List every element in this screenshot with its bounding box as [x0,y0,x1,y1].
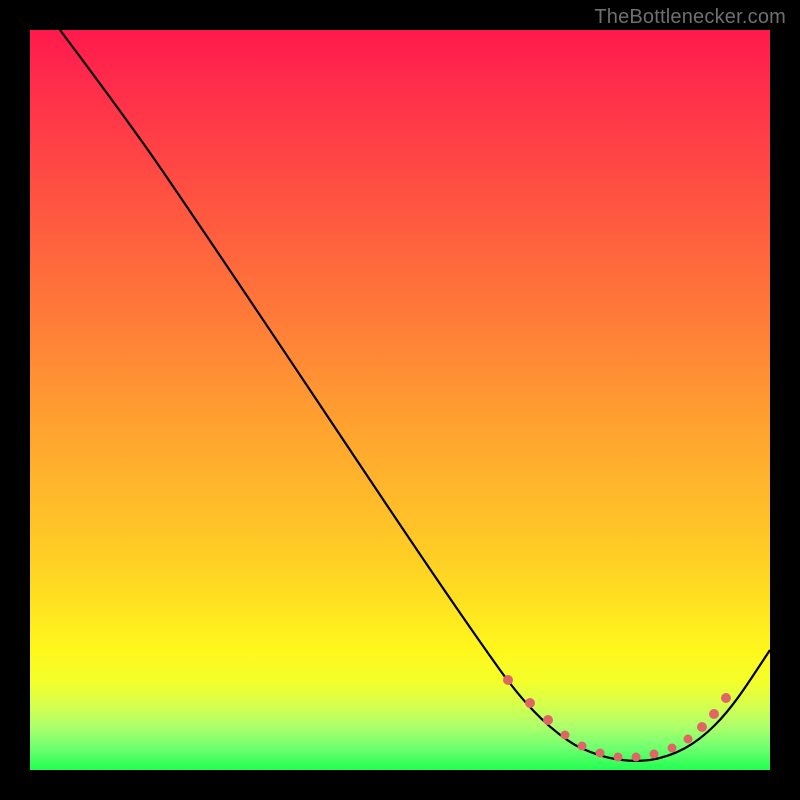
chart-container: TheBottlenecker.com [0,0,800,800]
bottleneck-curve-line [60,30,770,761]
watermark-text: TheBottlenecker.com [594,6,786,29]
flat-zone-dots [503,675,731,762]
chart-svg [30,30,770,770]
